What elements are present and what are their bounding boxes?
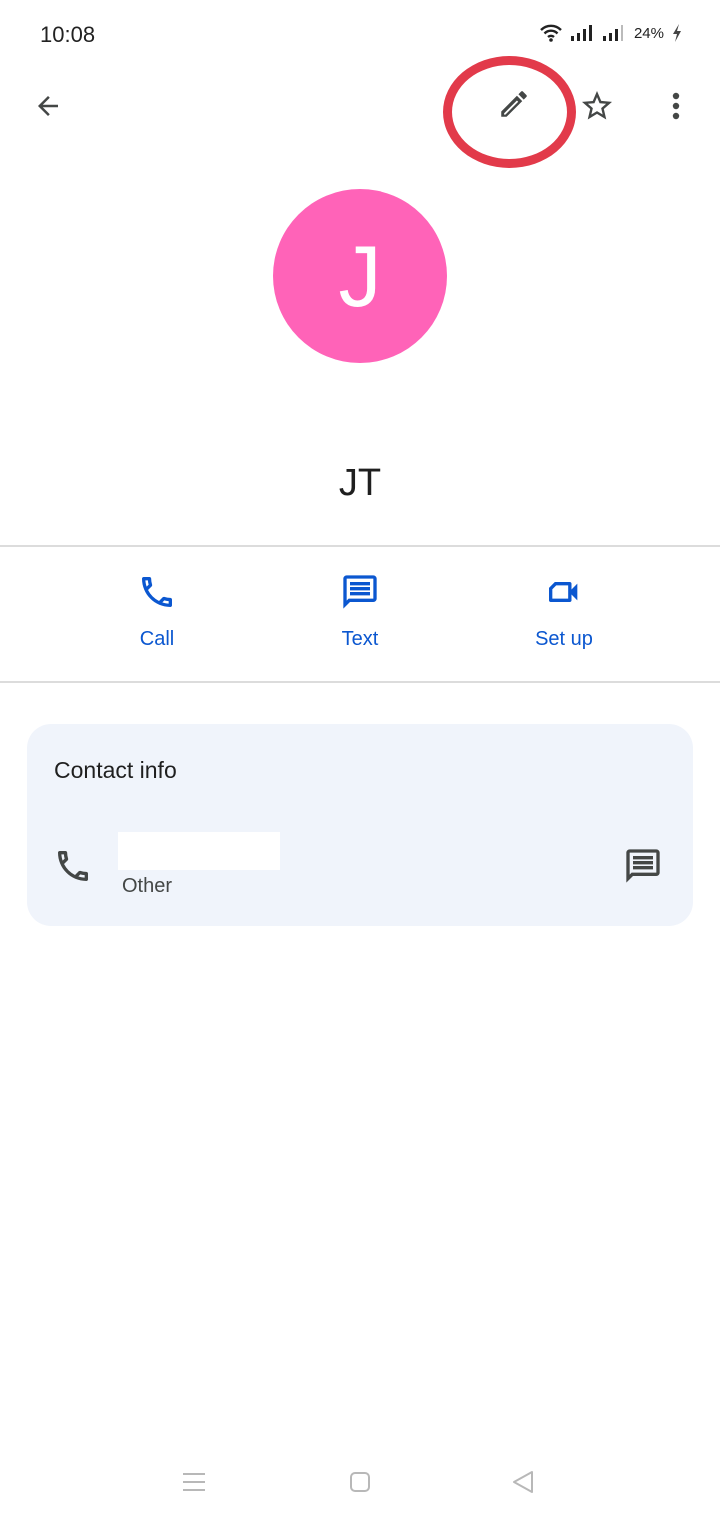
- favorite-button[interactable]: [569, 80, 625, 136]
- contact-info-card: Contact info Other: [27, 724, 693, 926]
- system-back-button[interactable]: [503, 1466, 543, 1502]
- signal-icon: [570, 24, 594, 42]
- battery-percent: 24%: [633, 24, 664, 42]
- contact-info-title: Contact info: [54, 757, 177, 783]
- contact-name: JT: [338, 462, 382, 504]
- signal-icon: [602, 24, 626, 42]
- quick-actions: Call Text Set up: [0, 560, 720, 670]
- menu-icon: [182, 1471, 206, 1498]
- status-time: 10:08: [40, 22, 96, 47]
- avatar: J: [273, 189, 447, 363]
- pencil-icon: [497, 87, 531, 126]
- back-icon: [511, 1470, 535, 1499]
- recents-button[interactable]: [174, 1466, 214, 1502]
- message-icon: [623, 846, 663, 891]
- phone-entry[interactable]: Other: [27, 824, 693, 904]
- status-icons: 24%: [540, 24, 682, 42]
- phone-type-label: Other: [122, 875, 173, 897]
- video-call-icon: [542, 570, 586, 614]
- divider: [0, 681, 720, 683]
- edit-contact-button[interactable]: [486, 78, 542, 134]
- wifi-icon: [540, 24, 562, 42]
- home-icon: [349, 1471, 371, 1498]
- text-label: Text: [341, 628, 379, 650]
- avatar-letter: J: [338, 228, 382, 325]
- text-button[interactable]: Text: [290, 570, 430, 651]
- video-setup-button[interactable]: Set up: [494, 570, 634, 651]
- phone-icon: [135, 570, 179, 614]
- send-message-button[interactable]: [621, 846, 665, 890]
- back-button[interactable]: [20, 80, 76, 136]
- star-outline-icon: [579, 88, 615, 129]
- system-nav-bar: [0, 1450, 720, 1520]
- top-app-bar: [0, 70, 720, 150]
- arrow-left-icon: [33, 91, 63, 126]
- call-label: Call: [139, 628, 175, 650]
- phone-icon: [53, 846, 93, 886]
- battery-charging-icon: [672, 24, 682, 42]
- phone-number-redacted[interactable]: [118, 832, 280, 870]
- status-bar: 10:08 24%: [0, 0, 720, 70]
- message-icon: [338, 570, 382, 614]
- home-button[interactable]: [340, 1466, 380, 1502]
- divider: [0, 545, 720, 547]
- more-vert-icon: [671, 91, 681, 126]
- more-options-button[interactable]: [648, 80, 704, 136]
- call-button[interactable]: Call: [87, 570, 227, 651]
- setup-label: Set up: [535, 628, 593, 650]
